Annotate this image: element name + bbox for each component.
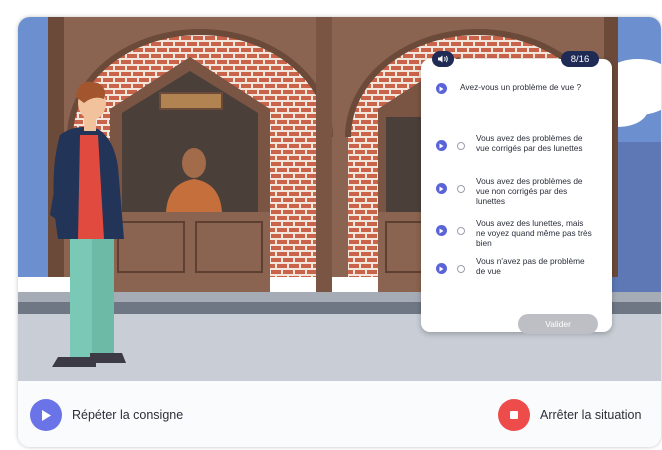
option-radio[interactable] xyxy=(457,227,465,235)
stop-label: Arrêter la situation xyxy=(540,408,642,422)
option-radio[interactable] xyxy=(457,185,465,193)
question: Avez-vous un problème de vue ? xyxy=(436,82,606,94)
stop-situation-button[interactable]: Arrêter la situation xyxy=(498,399,641,431)
audio-button[interactable] xyxy=(432,51,454,67)
question-text: Avez-vous un problème de vue ? xyxy=(460,82,582,92)
progress-indicator: 8/16 xyxy=(561,51,599,67)
play-icon xyxy=(30,399,62,431)
option-1[interactable]: Vous avez des problèmes de vue corrigés … xyxy=(436,133,608,153)
app-frame: 8/16 Avez-vous un problème de vue ? Vous… xyxy=(18,17,661,447)
option-radio[interactable] xyxy=(457,265,465,273)
option-label: Vous avez des lunettes, mais ne voyez qu… xyxy=(476,218,592,248)
validate-button[interactable]: Valider xyxy=(518,314,598,334)
option-label: Vous n'avez pas de problème de vue xyxy=(476,256,585,276)
option-audio-icon[interactable] xyxy=(436,140,447,151)
option-audio-icon[interactable] xyxy=(436,225,447,236)
option-3[interactable]: Vous avez des lunettes, mais ne voyez qu… xyxy=(436,218,608,248)
speaker-icon xyxy=(438,55,448,63)
question-panel: 8/16 Avez-vous un problème de vue ? Vous… xyxy=(421,51,612,334)
option-radio[interactable] xyxy=(457,142,465,150)
option-label: Vous avez des problèmes de vue corrigés … xyxy=(476,133,583,153)
option-audio-icon[interactable] xyxy=(436,263,447,274)
option-audio-icon[interactable] xyxy=(436,183,447,194)
option-label: Vous avez des problèmes de vue non corri… xyxy=(476,176,583,206)
bottom-bar: Répéter la consigne Arrêter la situation xyxy=(18,381,661,447)
replay-label: Répéter la consigne xyxy=(72,408,184,422)
option-2[interactable]: Vous avez des problèmes de vue non corri… xyxy=(436,176,608,206)
option-4[interactable]: Vous n'avez pas de problème de vue xyxy=(436,256,608,276)
stop-icon xyxy=(498,399,530,431)
question-audio-icon[interactable] xyxy=(436,83,447,94)
replay-instruction-button[interactable]: Répéter la consigne xyxy=(30,399,183,431)
